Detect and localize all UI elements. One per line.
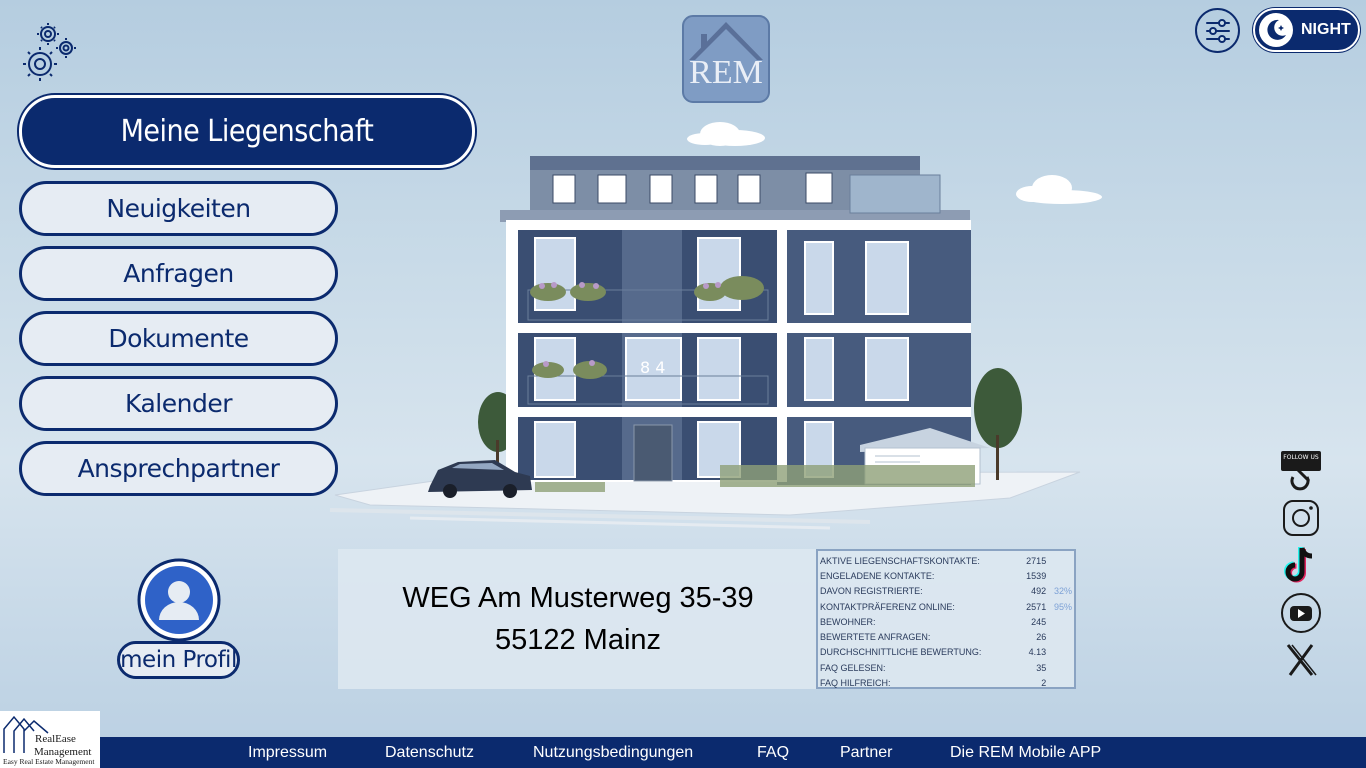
stat-label: BEWOHNER: <box>820 616 876 627</box>
footer-link-impressum[interactable]: Impressum <box>248 737 327 768</box>
stat-row: AKTIVE LIEGENSCHAFTSKONTAKTE: 2715 <box>820 553 1072 568</box>
stat-value: 2715 <box>1026 555 1047 566</box>
stat-value: 2 <box>1041 678 1047 689</box>
stat-label: AKTIVE LIEGENSCHAFTSKONTAKTE: <box>820 555 980 566</box>
property-stats-table: AKTIVE LIEGENSCHAFTSKONTAKTE: 2715 ENGEL… <box>816 549 1076 689</box>
footer-link-faq[interactable]: FAQ <box>757 737 789 768</box>
stat-row: BEWOHNER: 245 <box>820 614 1072 629</box>
rem-logo-text: REM <box>689 54 763 91</box>
tiktok-icon[interactable] <box>1279 545 1323 585</box>
stat-value: 1539 <box>1026 570 1047 581</box>
stat-value: 35 <box>1036 662 1047 673</box>
follow-us-icon[interactable]: FOLLOW US <box>1279 450 1323 491</box>
night-mode-toggle[interactable]: NIGHT <box>1253 8 1360 52</box>
follow-us-badge-icon: FOLLOW US <box>1281 451 1321 491</box>
stat-label: BEWERTETE ANFRAGEN: <box>820 632 931 643</box>
mein-profil-button[interactable]: mein Profil <box>117 641 240 679</box>
stat-row: FAQ GELESEN: 35 <box>820 660 1072 675</box>
stat-percent: 32% <box>1053 586 1072 597</box>
address-line-2: 55122 Mainz <box>494 624 662 656</box>
stat-label: DURCHSCHNITTLICHE BEWERTUNG: <box>820 647 982 658</box>
instagram-glyph-icon <box>1283 500 1319 536</box>
settings-gear-icon[interactable] <box>18 20 80 82</box>
building-illustration: 8 4 <box>329 122 1102 530</box>
moon-icon <box>1267 19 1286 40</box>
youtube-glyph-icon <box>1281 593 1321 633</box>
instagram-icon[interactable] <box>1279 498 1323 538</box>
building-number-sign: 8 4 <box>640 358 665 377</box>
footer-link-nutzungsbedingungen[interactable]: Nutzungsbedingungen <box>533 737 693 768</box>
stat-label: FAQ HILFREICH: <box>820 678 891 689</box>
footer-link-partner[interactable]: Partner <box>840 737 892 768</box>
profile-avatar-icon[interactable] <box>137 558 221 642</box>
stat-label: KONTAKTPRÄFERENZ ONLINE: <box>820 601 955 612</box>
night-mode-label: NIGHT <box>1301 21 1351 38</box>
stat-percent: 95% <box>1053 601 1072 612</box>
nav-ansprechpartner[interactable]: Ansprechpartner <box>19 441 338 496</box>
x-twitter-icon[interactable] <box>1279 640 1323 680</box>
cloud-icon-2 <box>1016 175 1102 204</box>
rem-logo: REM <box>681 14 771 104</box>
nav-neuigkeiten[interactable]: Neuigkeiten <box>19 181 338 236</box>
cloud-icon <box>687 122 765 146</box>
night-toggle-knob <box>1259 13 1293 47</box>
stat-label: DAVON REGISTRIERTE: <box>820 586 923 597</box>
stat-value: 26 <box>1036 632 1047 643</box>
nav-kalender[interactable]: Kalender <box>19 376 338 431</box>
brand-tagline: Easy Real Estate Management <box>3 757 95 766</box>
stat-row: DAVON REGISTRIERTE: 492 32% <box>820 584 1072 599</box>
address-line-1: WEG Am Musterweg 35-39 <box>402 582 754 614</box>
crescent-moon-icon <box>1051 144 1061 161</box>
stat-value: 492 <box>1031 586 1047 597</box>
footer-link-datenschutz[interactable]: Datenschutz <box>385 737 474 768</box>
stat-value: 2571 <box>1026 601 1047 612</box>
realease-brand-logo: RealEase Management Easy Real Estate Man… <box>0 711 100 768</box>
brand-name-line-1: RealEase <box>35 733 76 745</box>
footer-link-mobile-app[interactable]: Die REM Mobile APP <box>950 737 1101 768</box>
filter-settings-button[interactable] <box>1195 8 1240 53</box>
stat-value: 4.13 <box>1028 647 1047 658</box>
property-address-card: WEG Am Musterweg 35-39 55122 Mainz <box>338 549 818 689</box>
stat-label: ENGELADENE KONTAKTE: <box>820 570 935 581</box>
stat-label: FAQ GELESEN: <box>820 662 886 673</box>
stat-row: ENGELADENE KONTAKTE: 1539 <box>820 568 1072 583</box>
stat-row: DURCHSCHNITTLICHE BEWERTUNG: 4.13 <box>820 645 1072 660</box>
stat-row: KONTAKTPRÄFERENZ ONLINE: 2571 95% <box>820 599 1072 614</box>
tiktok-glyph-icon <box>1284 547 1313 583</box>
follow-us-text: FOLLOW US <box>1283 454 1319 461</box>
stat-row: FAQ HILFREICH: 2 <box>820 675 1072 690</box>
stat-row: BEWERTETE ANFRAGEN: 26 <box>820 629 1072 644</box>
x-glyph-icon <box>1286 644 1317 676</box>
nav-anfragen[interactable]: Anfragen <box>19 246 338 301</box>
nav-dokumente[interactable]: Dokumente <box>19 311 338 366</box>
youtube-icon[interactable] <box>1279 593 1323 633</box>
stat-value: 245 <box>1031 616 1047 627</box>
sliders-icon <box>1205 18 1230 43</box>
